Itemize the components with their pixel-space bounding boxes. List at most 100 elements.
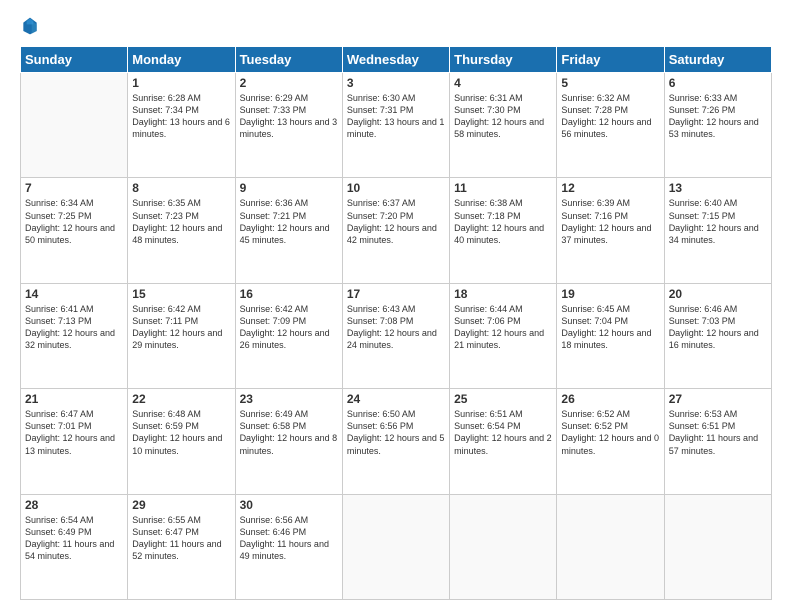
day-info: Sunrise: 6:29 AM Sunset: 7:33 PM Dayligh… xyxy=(240,92,338,141)
table-row: 17Sunrise: 6:43 AM Sunset: 7:08 PM Dayli… xyxy=(342,283,449,388)
table-row xyxy=(342,494,449,599)
day-number: 26 xyxy=(561,392,659,406)
day-number: 9 xyxy=(240,181,338,195)
day-info: Sunrise: 6:56 AM Sunset: 6:46 PM Dayligh… xyxy=(240,514,338,563)
day-number: 6 xyxy=(669,76,767,90)
table-row: 14Sunrise: 6:41 AM Sunset: 7:13 PM Dayli… xyxy=(21,283,128,388)
day-info: Sunrise: 6:33 AM Sunset: 7:26 PM Dayligh… xyxy=(669,92,767,141)
table-row: 20 Sunrise: 6:46 AM Sunset: 7:03 PM Dayli… xyxy=(664,283,771,388)
table-row: 6 Sunrise: 6:33 AM Sunset: 7:26 PM Daylig… xyxy=(664,73,771,178)
col-sunday: Sunday xyxy=(21,47,128,73)
table-row: 28 Sunrise: 6:54 AM Sunset: 6:49 PM Dayli… xyxy=(21,494,128,599)
table-row: 25 Sunrise: 6:51 AM Sunset: 6:54 PM Dayli… xyxy=(450,389,557,494)
day-info: Sunrise: 6:47 AM Sunset: 7:01 PM Dayligh… xyxy=(25,408,123,457)
day-number: 14 xyxy=(25,287,123,301)
day-info: Sunrise: 6:39 AM Sunset: 7:16 PM Dayligh… xyxy=(561,197,659,246)
day-number: 19 xyxy=(561,287,659,301)
day-number: 8 xyxy=(132,181,230,195)
col-tuesday: Tuesday xyxy=(235,47,342,73)
day-info: Sunrise: 6:45 AM Sunset: 7:04 PM Dayligh… xyxy=(561,303,659,352)
table-row: 18Sunrise: 6:44 AM Sunset: 7:06 PM Dayli… xyxy=(450,283,557,388)
day-number: 25 xyxy=(454,392,552,406)
table-row: 21 Sunrise: 6:47 AM Sunset: 7:01 PM Dayli… xyxy=(21,389,128,494)
day-number: 29 xyxy=(132,498,230,512)
day-info: Sunrise: 6:46 AM Sunset: 7:03 PM Dayligh… xyxy=(669,303,767,352)
day-info: Sunrise: 6:50 AM Sunset: 6:56 PM Dayligh… xyxy=(347,408,445,457)
table-row: 23 Sunrise: 6:49 AM Sunset: 6:58 PM Dayli… xyxy=(235,389,342,494)
day-info: Sunrise: 6:35 AM Sunset: 7:23 PM Dayligh… xyxy=(132,197,230,246)
col-thursday: Thursday xyxy=(450,47,557,73)
day-number: 10 xyxy=(347,181,445,195)
day-info: Sunrise: 6:48 AM Sunset: 6:59 PM Dayligh… xyxy=(132,408,230,457)
col-wednesday: Wednesday xyxy=(342,47,449,73)
day-info: Sunrise: 6:52 AM Sunset: 6:52 PM Dayligh… xyxy=(561,408,659,457)
day-info: Sunrise: 6:36 AM Sunset: 7:21 PM Dayligh… xyxy=(240,197,338,246)
table-row: 30 Sunrise: 6:56 AM Sunset: 6:46 PM Dayli… xyxy=(235,494,342,599)
calendar-week-row: 7 Sunrise: 6:34 AM Sunset: 7:25 PM Daylig… xyxy=(21,178,772,283)
table-row: 19 Sunrise: 6:45 AM Sunset: 7:04 PM Dayli… xyxy=(557,283,664,388)
table-row: 29 Sunrise: 6:55 AM Sunset: 6:47 PM Dayli… xyxy=(128,494,235,599)
table-row: 26 Sunrise: 6:52 AM Sunset: 6:52 PM Dayli… xyxy=(557,389,664,494)
calendar-week-row: 28 Sunrise: 6:54 AM Sunset: 6:49 PM Dayli… xyxy=(21,494,772,599)
table-row xyxy=(21,73,128,178)
day-number: 22 xyxy=(132,392,230,406)
table-row: 15 Sunrise: 6:42 AM Sunset: 7:11 PM Dayli… xyxy=(128,283,235,388)
day-number: 5 xyxy=(561,76,659,90)
table-row: 7 Sunrise: 6:34 AM Sunset: 7:25 PM Daylig… xyxy=(21,178,128,283)
day-number: 3 xyxy=(347,76,445,90)
table-row: 16 Sunrise: 6:42 AM Sunset: 7:09 PM Dayli… xyxy=(235,283,342,388)
calendar-week-row: 14Sunrise: 6:41 AM Sunset: 7:13 PM Dayli… xyxy=(21,283,772,388)
day-number: 1 xyxy=(132,76,230,90)
day-info: Sunrise: 6:49 AM Sunset: 6:58 PM Dayligh… xyxy=(240,408,338,457)
day-number: 18 xyxy=(454,287,552,301)
day-number: 2 xyxy=(240,76,338,90)
day-info: Sunrise: 6:34 AM Sunset: 7:25 PM Dayligh… xyxy=(25,197,123,246)
table-row: 9 Sunrise: 6:36 AM Sunset: 7:21 PM Daylig… xyxy=(235,178,342,283)
table-row: 8 Sunrise: 6:35 AM Sunset: 7:23 PM Daylig… xyxy=(128,178,235,283)
table-row: 27 Sunrise: 6:53 AM Sunset: 6:51 PM Dayli… xyxy=(664,389,771,494)
table-row: 10 Sunrise: 6:37 AM Sunset: 7:20 PM Dayli… xyxy=(342,178,449,283)
table-row: 3 Sunrise: 6:30 AM Sunset: 7:31 PM Daylig… xyxy=(342,73,449,178)
day-info: Sunrise: 6:54 AM Sunset: 6:49 PM Dayligh… xyxy=(25,514,123,563)
col-monday: Monday xyxy=(128,47,235,73)
table-row xyxy=(664,494,771,599)
table-row xyxy=(557,494,664,599)
day-info: Sunrise: 6:30 AM Sunset: 7:31 PM Dayligh… xyxy=(347,92,445,141)
table-row: 4Sunrise: 6:31 AM Sunset: 7:30 PM Daylig… xyxy=(450,73,557,178)
day-info: Sunrise: 6:42 AM Sunset: 7:09 PM Dayligh… xyxy=(240,303,338,352)
table-row: 5Sunrise: 6:32 AM Sunset: 7:28 PM Daylig… xyxy=(557,73,664,178)
day-number: 24 xyxy=(347,392,445,406)
day-info: Sunrise: 6:40 AM Sunset: 7:15 PM Dayligh… xyxy=(669,197,767,246)
table-row: 11 Sunrise: 6:38 AM Sunset: 7:18 PM Dayli… xyxy=(450,178,557,283)
day-info: Sunrise: 6:53 AM Sunset: 6:51 PM Dayligh… xyxy=(669,408,767,457)
table-row: 12 Sunrise: 6:39 AM Sunset: 7:16 PM Dayli… xyxy=(557,178,664,283)
day-number: 13 xyxy=(669,181,767,195)
day-number: 21 xyxy=(25,392,123,406)
day-info: Sunrise: 6:55 AM Sunset: 6:47 PM Dayligh… xyxy=(132,514,230,563)
day-number: 27 xyxy=(669,392,767,406)
day-number: 12 xyxy=(561,181,659,195)
day-info: Sunrise: 6:42 AM Sunset: 7:11 PM Dayligh… xyxy=(132,303,230,352)
day-info: Sunrise: 6:31 AM Sunset: 7:30 PM Dayligh… xyxy=(454,92,552,141)
logo-icon xyxy=(20,16,40,36)
day-number: 28 xyxy=(25,498,123,512)
day-number: 17 xyxy=(347,287,445,301)
day-info: Sunrise: 6:51 AM Sunset: 6:54 PM Dayligh… xyxy=(454,408,552,457)
day-number: 16 xyxy=(240,287,338,301)
table-row: 1 Sunrise: 6:28 AM Sunset: 7:34 PM Daylig… xyxy=(128,73,235,178)
day-number: 15 xyxy=(132,287,230,301)
table-row: 2 Sunrise: 6:29 AM Sunset: 7:33 PM Daylig… xyxy=(235,73,342,178)
day-info: Sunrise: 6:37 AM Sunset: 7:20 PM Dayligh… xyxy=(347,197,445,246)
calendar-table: Sunday Monday Tuesday Wednesday Thursday… xyxy=(20,46,772,600)
calendar-week-row: 1 Sunrise: 6:28 AM Sunset: 7:34 PM Daylig… xyxy=(21,73,772,178)
day-number: 20 xyxy=(669,287,767,301)
calendar-week-row: 21 Sunrise: 6:47 AM Sunset: 7:01 PM Dayli… xyxy=(21,389,772,494)
calendar-header-row: Sunday Monday Tuesday Wednesday Thursday… xyxy=(21,47,772,73)
day-number: 7 xyxy=(25,181,123,195)
day-number: 11 xyxy=(454,181,552,195)
table-row: 24 Sunrise: 6:50 AM Sunset: 6:56 PM Dayli… xyxy=(342,389,449,494)
day-number: 30 xyxy=(240,498,338,512)
day-number: 23 xyxy=(240,392,338,406)
day-info: Sunrise: 6:28 AM Sunset: 7:34 PM Dayligh… xyxy=(132,92,230,141)
day-info: Sunrise: 6:38 AM Sunset: 7:18 PM Dayligh… xyxy=(454,197,552,246)
